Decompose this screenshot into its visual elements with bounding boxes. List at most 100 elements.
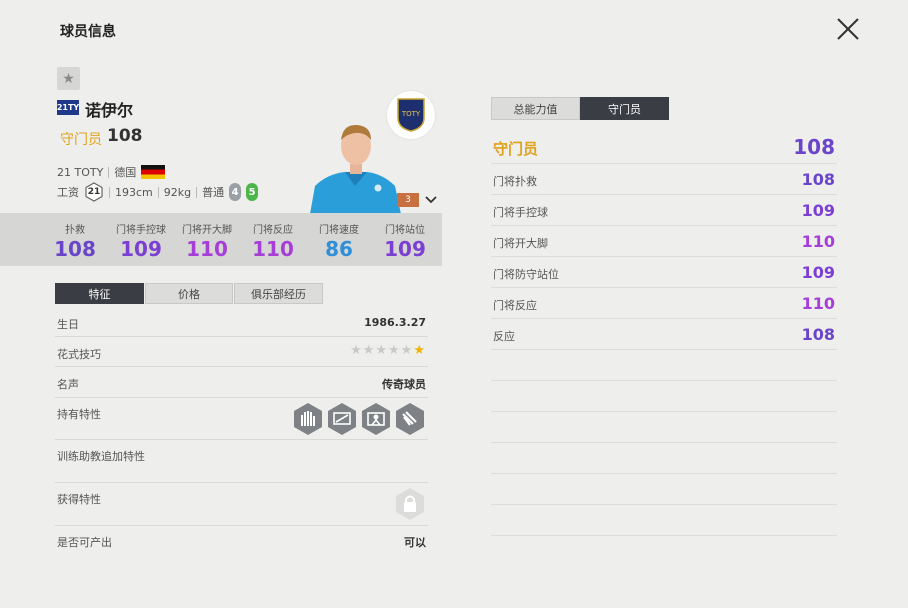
player-overall: 108	[107, 126, 143, 146]
attribute-value: 108	[801, 325, 835, 344]
club-badge-text: TOTY	[401, 110, 421, 118]
gk-gloves-icon[interactable]	[394, 402, 426, 436]
stat-label: 扑救	[65, 225, 85, 236]
tab-goalkeeper[interactable]: 守门员	[580, 97, 669, 120]
attribute-row-empty	[491, 412, 837, 443]
attribute-group-header: 守门员 108	[491, 133, 837, 164]
expand-button[interactable]	[424, 192, 438, 206]
divider	[157, 186, 159, 198]
body-type: 普通	[202, 186, 225, 199]
attribute-row-empty	[491, 474, 837, 505]
stat-item: 门将站位 109	[372, 213, 438, 261]
attribute-value: 108	[801, 170, 835, 189]
close-button[interactable]	[834, 15, 862, 43]
attribute-tabs: 总能力值 守门员	[491, 97, 669, 120]
divider	[109, 186, 110, 198]
attribute-row: 门将防守站位 109	[491, 257, 837, 288]
germany-flag-icon	[141, 165, 166, 179]
stat-label: 门将站位	[385, 225, 425, 236]
acquired-traits-label: 获得特性	[57, 493, 101, 506]
stat-label: 门将开大脚	[182, 225, 232, 236]
attribute-label: 门将反应	[493, 299, 537, 312]
player-portrait	[305, 114, 405, 214]
gk-long-throw-icon[interactable]	[326, 402, 358, 436]
season-label: 21 TOTY	[57, 165, 104, 179]
season-badge: 21TY	[57, 100, 79, 115]
attribute-row: 门将开大脚 110	[491, 226, 837, 257]
stat-value: 110	[252, 237, 294, 261]
stat-value: 109	[120, 237, 162, 261]
skill-moves-label: 花式技巧	[57, 348, 101, 361]
tab-traits[interactable]: 特征	[55, 283, 144, 304]
gk-hands-icon[interactable]	[292, 402, 324, 436]
nation: 德国	[114, 166, 137, 179]
star-icon: ★	[62, 70, 75, 87]
info-row-coach-traits: 训练助教追加特性	[55, 440, 428, 483]
chevron-down-icon[interactable]	[424, 193, 438, 207]
attribute-label: 门将防守站位	[493, 268, 559, 281]
key-stats-bar: 扑救 108 门将手控球 109 门将开大脚 110 门将反应 110 门将速度…	[0, 213, 442, 266]
traits-icons	[292, 402, 426, 436]
tab-price[interactable]: 价格	[145, 283, 233, 304]
attribute-label: 门将手控球	[493, 206, 548, 219]
player-name: 诺伊尔	[85, 101, 134, 120]
star-filled-icon: ★	[413, 343, 426, 358]
tab-overall-attributes[interactable]: 总能力值	[491, 97, 580, 120]
producible-label: 是否可产出	[57, 536, 112, 549]
stat-value: 108	[54, 237, 96, 261]
stat-item: 门将开大脚 110	[174, 213, 240, 261]
attribute-row: 门将扑救 108	[491, 164, 837, 195]
wage-badge: 21	[84, 182, 104, 202]
birthday-value: 1986.3.27	[364, 316, 426, 329]
info-row-traits: 持有特性	[55, 398, 428, 440]
stat-item: 门将速度 86	[306, 213, 372, 261]
favorite-button[interactable]: ★	[57, 67, 80, 90]
attribute-row: 门将反应 110	[491, 288, 837, 319]
attribute-value: 109	[801, 263, 835, 282]
attribute-value: 109	[801, 201, 835, 220]
stat-item: 门将手控球 109	[108, 213, 174, 261]
close-icon[interactable]	[834, 15, 862, 43]
skill-foot-badge: 5	[246, 183, 259, 201]
toty-shield-icon: TOTY	[397, 98, 425, 132]
star-empty-icon: ★★★★★	[350, 343, 414, 358]
info-row-birthday: 生日 1986.3.27	[55, 308, 428, 337]
attribute-list: 守门员 108 门将扑救 108 门将手控球 109 门将开大脚 110 门将防…	[491, 133, 837, 536]
wage-label: 工资	[57, 186, 79, 199]
info-tabs: 特征 价格 俱乐部经历	[55, 283, 323, 304]
attribute-group-label: 守门员	[493, 140, 539, 158]
attribute-label: 反应	[493, 330, 515, 343]
attribute-row: 反应 108	[491, 319, 837, 350]
page-title: 球员信息	[60, 24, 116, 40]
traits-label: 持有特性	[57, 408, 101, 421]
info-row-acquired-traits: 获得特性	[55, 483, 428, 526]
player-meta-line1: 21 TOTY 德国	[57, 164, 166, 180]
attribute-group-value: 108	[793, 135, 835, 159]
birthday-label: 生日	[57, 318, 79, 331]
attribute-row-empty	[491, 381, 837, 412]
gk-goal-icon[interactable]	[360, 402, 392, 436]
attribute-row-empty	[491, 505, 837, 536]
attribute-value: 110	[801, 232, 835, 251]
attribute-value: 110	[801, 294, 835, 313]
club-badge: TOTY	[387, 91, 435, 139]
info-row-skill-moves: 花式技巧 ★★★★★★	[55, 337, 428, 367]
attribute-label: 门将扑救	[493, 175, 537, 188]
wage-value: 21	[87, 187, 101, 197]
locked-trait-slot[interactable]	[394, 487, 426, 524]
player-meta-line2: 工资 21 193cm 92kg 普通 4 5	[57, 182, 259, 202]
attribute-row-empty	[491, 350, 837, 381]
divider	[196, 186, 198, 198]
stat-item: 门将反应 110	[240, 213, 306, 261]
attribute-row: 门将手控球 109	[491, 195, 837, 226]
tab-club-history[interactable]: 俱乐部经历	[234, 283, 323, 304]
weak-foot-badge: 4	[229, 183, 242, 201]
stat-value: 110	[186, 237, 228, 261]
stat-item: 扑救 108	[42, 213, 108, 261]
weight: 92kg	[163, 185, 192, 199]
lock-icon[interactable]	[394, 487, 426, 521]
stat-label: 门将反应	[253, 225, 293, 236]
producible-value: 可以	[404, 536, 426, 549]
info-row-producible: 是否可产出 可以	[55, 526, 428, 556]
height: 193cm	[115, 185, 153, 199]
